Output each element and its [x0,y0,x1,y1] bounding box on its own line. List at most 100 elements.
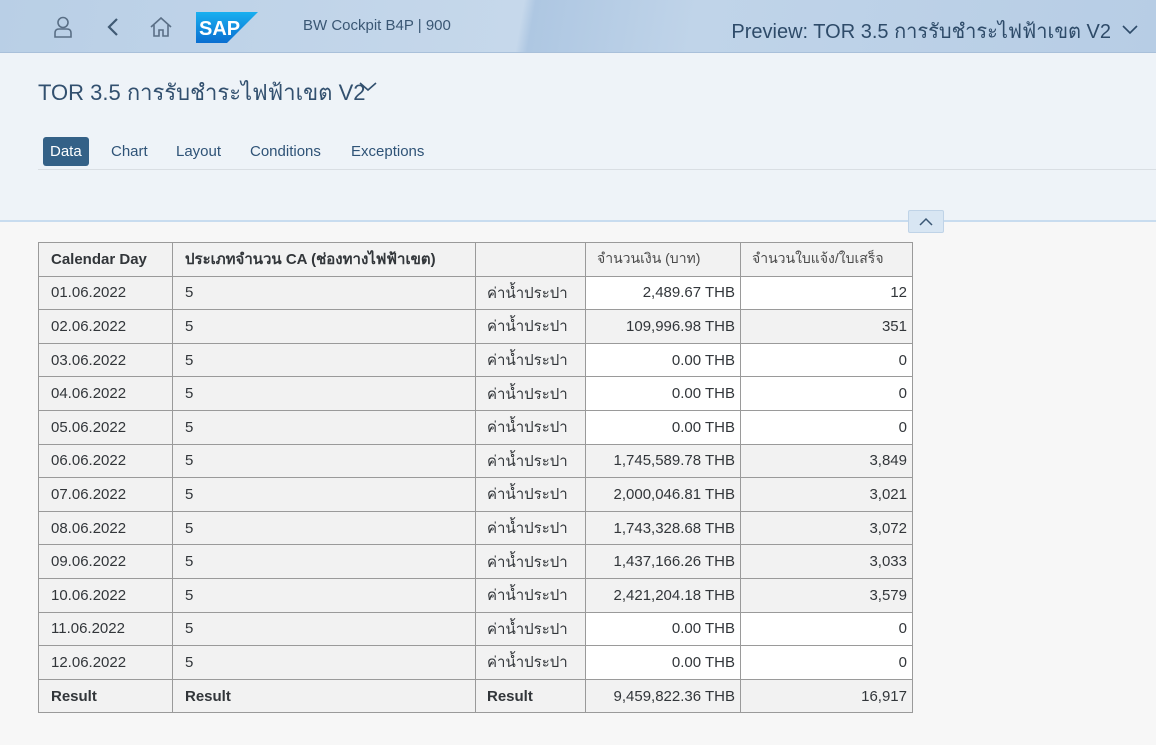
chevron-down-icon[interactable] [1120,19,1140,39]
column-header[interactable]: Calendar Day [38,242,173,277]
cell-service-type[interactable]: ค่าน้ำประปา [475,611,586,647]
table-row: 03.06.2022 5 ค่าน้ำประปา 0.00 THB 0 [38,342,913,378]
cell-count[interactable]: 3,021 [740,477,913,512]
cell-service-type[interactable]: ค่าน้ำประปา [475,275,586,311]
table-row: 12.06.2022 5 ค่าน้ำประปา 0.00 THB 0 [38,645,913,680]
app-title[interactable]: Preview: TOR 3.5 การรับชำระไฟฟ้าเขต V2 [731,15,1111,47]
cell-service-type[interactable]: ค่าน้ำประปา [475,309,586,344]
cell-amount[interactable]: 109,996.98 THB [585,309,741,344]
result-row: Result Result Result 9,459,822.36 THB 16… [38,678,913,714]
cell-service-type[interactable]: ค่าน้ำประปา [475,645,586,680]
table-row: 06.06.2022 5 ค่าน้ำประปา 1,745,589.78 TH… [38,443,913,479]
table-row: 11.06.2022 5 ค่าน้ำประปา 0.00 THB 0 [38,611,913,647]
tab-data[interactable]: Data [43,137,89,166]
cell-count[interactable]: 0 [740,409,913,445]
cell-calendar-day[interactable]: 09.06.2022 [38,544,173,579]
table-row: 07.06.2022 5 ค่าน้ำประปา 2,000,046.81 TH… [38,477,913,512]
cell-ca-type[interactable]: Result [172,678,476,714]
column-header[interactable]: จำนวนเงิน (บาท) [585,242,741,277]
cell-amount[interactable]: 2,489.67 THB [585,275,741,311]
cell-service-type[interactable]: ค่าน้ำประปา [475,477,586,512]
cell-calendar-day[interactable]: 02.06.2022 [38,309,173,344]
cell-count[interactable]: 12 [740,275,913,311]
chevron-down-icon[interactable] [358,77,378,97]
chevron-up-icon [919,217,933,226]
cell-ca-type[interactable]: 5 [172,611,476,647]
cell-amount[interactable]: 1,437,166.26 THB [585,544,741,579]
cell-count[interactable]: 351 [740,309,913,344]
table-row: 05.06.2022 5 ค่าน้ำประปา 0.00 THB 0 [38,409,913,445]
cell-service-type[interactable]: ค่าน้ำประปา [475,443,586,479]
system-title: BW Cockpit B4P | 900 [303,17,451,34]
tab-exceptions[interactable]: Exceptions [344,137,431,166]
cell-calendar-day[interactable]: 10.06.2022 [38,577,173,613]
cell-ca-type[interactable]: 5 [172,309,476,344]
cell-amount[interactable]: 0.00 THB [585,611,741,647]
cell-amount[interactable]: 0.00 THB [585,342,741,378]
cell-amount[interactable]: 1,745,589.78 THB [585,443,741,479]
cell-ca-type[interactable]: 5 [172,477,476,512]
cell-ca-type[interactable]: 5 [172,409,476,445]
column-header[interactable]: ประเภทจำนวน CA (ช่องทางไฟฟ้าเขต) [172,242,476,277]
cell-ca-type[interactable]: 5 [172,645,476,680]
cell-count[interactable]: 16,917 [740,678,913,714]
table-header-row: Calendar Day ประเภทจำนวน CA (ช่องทางไฟฟ้… [38,242,913,277]
cell-service-type[interactable]: ค่าน้ำประปา [475,376,586,411]
cell-ca-type[interactable]: 5 [172,577,476,613]
cell-count[interactable]: 3,072 [740,510,913,546]
tab-chart[interactable]: Chart [104,137,155,166]
cell-ca-type[interactable]: 5 [172,275,476,311]
cell-calendar-day[interactable]: 04.06.2022 [38,376,173,411]
cell-amount[interactable]: 0.00 THB [585,376,741,411]
cell-calendar-day[interactable]: 06.06.2022 [38,443,173,479]
tab-conditions[interactable]: Conditions [243,137,328,166]
cell-calendar-day[interactable]: 05.06.2022 [38,409,173,445]
cell-count[interactable]: 3,849 [740,443,913,479]
cell-amount[interactable]: 2,421,204.18 THB [585,577,741,613]
cell-count[interactable]: 3,579 [740,577,913,613]
cell-ca-type[interactable]: 5 [172,510,476,546]
cell-ca-type[interactable]: 5 [172,342,476,378]
user-icon[interactable] [46,10,80,44]
table-row: 01.06.2022 5 ค่าน้ำประปา 2,489.67 THB 12 [38,275,913,311]
cell-service-type[interactable]: ค่าน้ำประปา [475,577,586,613]
cell-amount[interactable]: 2,000,046.81 THB [585,477,741,512]
cell-service-type[interactable]: ค่าน้ำประปา [475,342,586,378]
column-header [475,242,586,277]
cell-amount[interactable]: 0.00 THB [585,409,741,445]
cell-service-type[interactable]: ค่าน้ำประปา [475,409,586,445]
collapse-header-button[interactable] [908,210,944,233]
cell-calendar-day[interactable]: 12.06.2022 [38,645,173,680]
table-row: 08.06.2022 5 ค่าน้ำประปา 1,743,328.68 TH… [38,510,913,546]
back-icon[interactable] [96,10,130,44]
cell-calendar-day[interactable]: 11.06.2022 [38,611,173,647]
cell-calendar-day[interactable]: 01.06.2022 [38,275,173,311]
cell-service-type[interactable]: ค่าน้ำประปา [475,544,586,579]
home-icon[interactable] [144,10,178,44]
page-title: TOR 3.5 การรับชำระไฟฟ้าเขต V2 [38,80,366,105]
cell-count[interactable]: 3,033 [740,544,913,579]
table-row: 04.06.2022 5 ค่าน้ำประปา 0.00 THB 0 [38,376,913,411]
cell-calendar-day[interactable]: Result [38,678,173,714]
cell-count[interactable]: 0 [740,611,913,647]
cell-amount[interactable]: 1,743,328.68 THB [585,510,741,546]
cell-ca-type[interactable]: 5 [172,376,476,411]
cell-count[interactable]: 0 [740,645,913,680]
cell-amount[interactable]: 9,459,822.36 THB [585,678,741,714]
cell-service-type[interactable]: ค่าน้ำประปา [475,510,586,546]
cell-ca-type[interactable]: 5 [172,544,476,579]
cell-calendar-day[interactable]: 07.06.2022 [38,477,173,512]
cell-ca-type[interactable]: 5 [172,443,476,479]
tab-bar: Data Chart Layout Conditions Exceptions [38,137,1156,170]
sap-logo[interactable]: SAP [196,12,258,43]
column-header[interactable]: จำนวนใบแจ้ง/ใบเสร็จ [740,242,913,277]
cell-count[interactable]: 0 [740,376,913,411]
cell-count[interactable]: 0 [740,342,913,378]
cell-amount[interactable]: 0.00 THB [585,645,741,680]
cell-calendar-day[interactable]: 03.06.2022 [38,342,173,378]
cell-service-type[interactable]: Result [475,678,586,714]
cell-calendar-day[interactable]: 08.06.2022 [38,510,173,546]
table-row: 02.06.2022 5 ค่าน้ำประปา 109,996.98 THB … [38,309,913,344]
tab-layout[interactable]: Layout [169,137,228,166]
sap-logo-text: SAP [199,18,240,40]
